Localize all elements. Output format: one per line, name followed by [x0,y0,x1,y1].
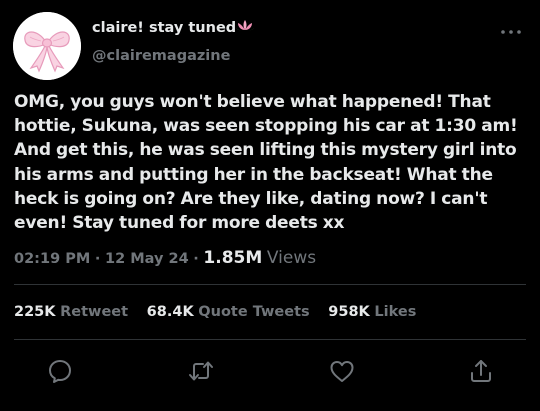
retweet-count: 225K [14,304,56,320]
avatar[interactable] [13,12,81,80]
views-count: 1.85M [203,248,263,268]
likes-label: Likes [374,304,417,320]
retweet-stat[interactable]: 225K Retweet [14,304,128,320]
tweet-stats: 225K Retweet 68.4K Quote Tweets 958K Lik… [14,304,430,320]
divider [14,284,526,285]
views-label: Views [266,248,317,268]
more-options-icon[interactable] [500,28,522,36]
quote-stat[interactable]: 68.4K Quote Tweets [147,304,310,320]
share-icon[interactable] [467,357,495,385]
tweet-time[interactable]: 02:19 PM [14,251,90,267]
divider [14,339,526,340]
likes-stat[interactable]: 958K Likes [328,304,416,320]
quote-label: Quote Tweets [198,304,310,320]
tweet-text: OMG, you guys won't believe what happene… [14,92,518,234]
display-name[interactable]: claire! stay tuned [92,20,236,36]
lotus-icon [236,20,254,31]
tweet-meta: 02:19 PM · 12 May 24 · 1.85M Views [14,248,316,268]
likes-count: 958K [328,304,370,320]
retweet-icon[interactable] [187,357,215,385]
like-icon[interactable] [328,357,356,385]
quote-count: 68.4K [146,304,194,320]
retweet-label: Retweet [60,304,129,320]
user-handle[interactable]: @clairemagazine [92,48,230,64]
reply-icon[interactable] [46,357,74,385]
pink-bow-icon [13,12,81,80]
tweet-date[interactable]: 12 May 24 [105,251,189,267]
tweet-card: claire! stay tuned @clairemagazine OMG, … [0,0,540,411]
meta-separator: · [94,251,101,267]
meta-separator: · [193,251,199,267]
